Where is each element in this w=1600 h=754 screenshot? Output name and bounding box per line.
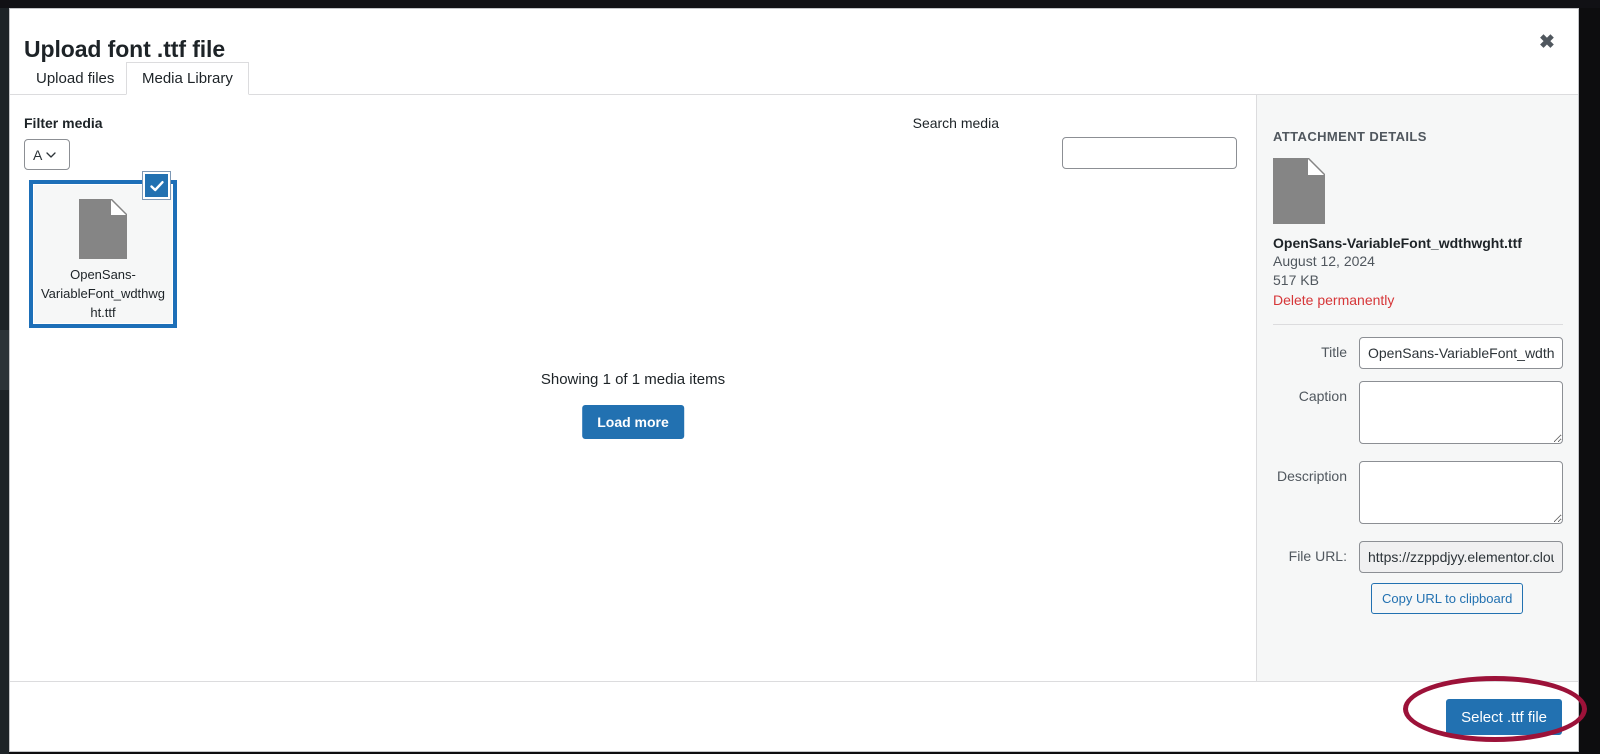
caption-field-control — [1359, 381, 1563, 449]
attachment-details-panel: ATTACHMENT DETAILS OpenSans-VariableFont… — [1257, 95, 1578, 681]
tab-upload-files[interactable]: Upload files — [20, 62, 130, 95]
tab-media-library[interactable]: Media Library — [126, 62, 249, 95]
media-grid-item[interactable]: OpenSans-VariableFont_wdthwght.ttf — [29, 172, 177, 328]
title-field-row: Title — [1273, 337, 1563, 369]
attachment-separator — [1273, 324, 1563, 325]
search-input[interactable] — [1062, 137, 1237, 169]
caption-field-label: Caption — [1298, 388, 1347, 404]
caption-field-row: Caption — [1273, 381, 1563, 449]
copy-url-to-clipboard-button[interactable]: Copy URL to clipboard — [1371, 583, 1524, 614]
title-field-control — [1359, 337, 1563, 369]
attachment-details-heading: ATTACHMENT DETAILS — [1273, 129, 1427, 144]
delete-permanently-link[interactable]: Delete permanently — [1273, 291, 1394, 310]
title-input[interactable] — [1359, 337, 1563, 369]
description-textarea[interactable] — [1359, 461, 1563, 524]
showing-count-text: Showing 1 of 1 media items — [540, 371, 726, 388]
caption-textarea[interactable] — [1359, 381, 1563, 444]
check-icon[interactable] — [143, 172, 170, 199]
admin-sidebar-rail — [0, 0, 9, 754]
search-media-label: Search media — [912, 115, 999, 131]
media-library-content: Filter media A Search media OpenSans-Var… — [10, 95, 1256, 681]
file-url-input[interactable] — [1359, 541, 1563, 573]
file-url-field-row: File URL: — [1273, 541, 1563, 573]
file-document-icon — [1273, 158, 1325, 224]
file-url-field-control — [1359, 541, 1563, 573]
title-field-label: Title — [1321, 344, 1347, 360]
attachment-date: August 12, 2024 — [1273, 253, 1375, 269]
modal-footer: Select .ttf file — [10, 682, 1578, 751]
browser-top-strip — [0, 0, 1600, 8]
file-document-icon — [79, 199, 127, 259]
chevron-down-icon — [46, 151, 56, 158]
filter-media-label: Filter media — [24, 115, 103, 131]
description-field-control — [1359, 461, 1563, 529]
page-title: Upload font .ttf file — [24, 36, 226, 63]
filter-media-select[interactable]: A — [24, 139, 70, 170]
attachment-filename: OpenSans-VariableFont_wdthwght.ttf — [1273, 235, 1522, 251]
file-url-field-label: File URL: — [1288, 548, 1347, 564]
close-icon[interactable]: ✖ — [1530, 25, 1564, 59]
filter-media-value: A — [33, 146, 43, 163]
select-ttf-file-button[interactable]: Select .ttf file — [1446, 699, 1562, 735]
media-grid-item-inner: OpenSans-VariableFont_wdthwght.ttf — [33, 184, 173, 324]
media-grid-item-filename: OpenSans-VariableFont_wdthwght.ttf — [40, 267, 166, 320]
description-field-label: Description — [1276, 468, 1347, 484]
load-more-button[interactable]: Load more — [582, 405, 684, 439]
media-modal: Upload font .ttf file ✖ Upload files Med… — [9, 8, 1579, 752]
description-field-row: Description — [1273, 461, 1563, 529]
attachment-filesize: 517 KB — [1273, 272, 1319, 288]
admin-sidebar-highlight — [0, 330, 9, 390]
